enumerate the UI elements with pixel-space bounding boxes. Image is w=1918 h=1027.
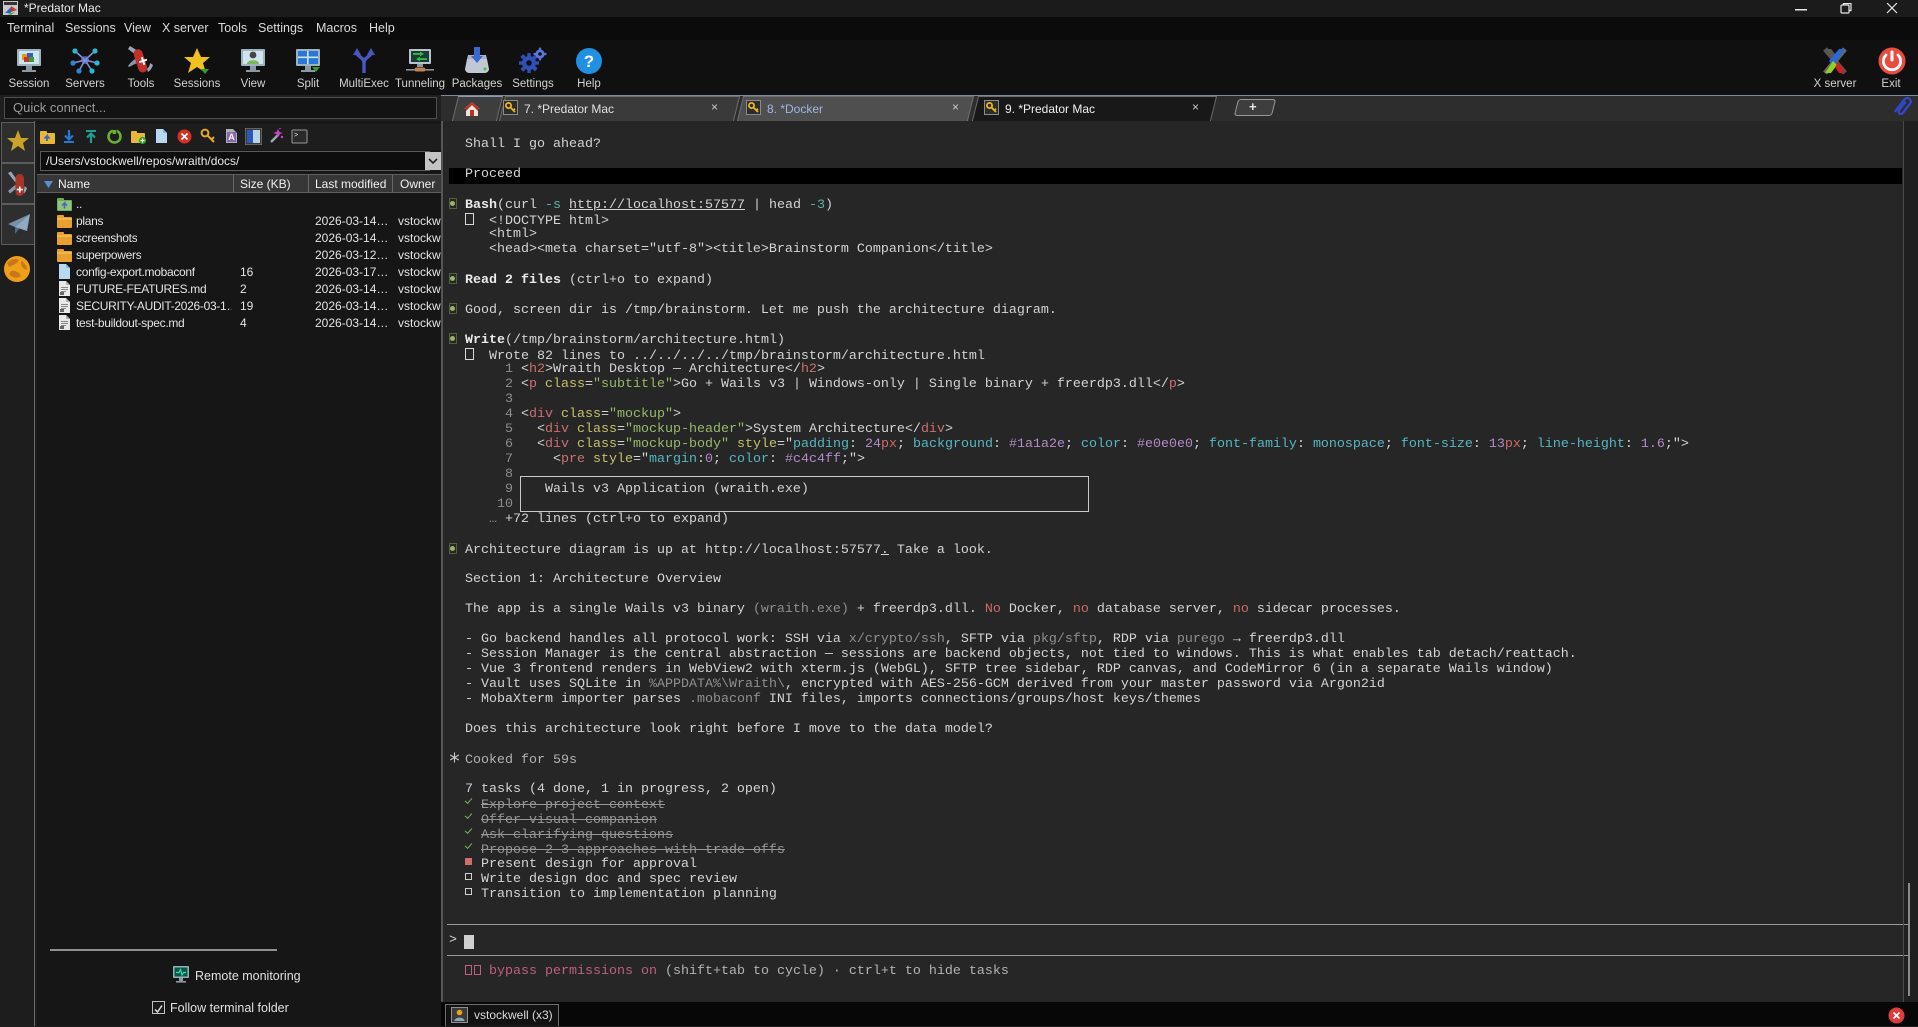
svg-text:?: ? xyxy=(584,52,594,71)
svg-text:A: A xyxy=(228,132,235,142)
svg-text:>: > xyxy=(294,132,298,140)
